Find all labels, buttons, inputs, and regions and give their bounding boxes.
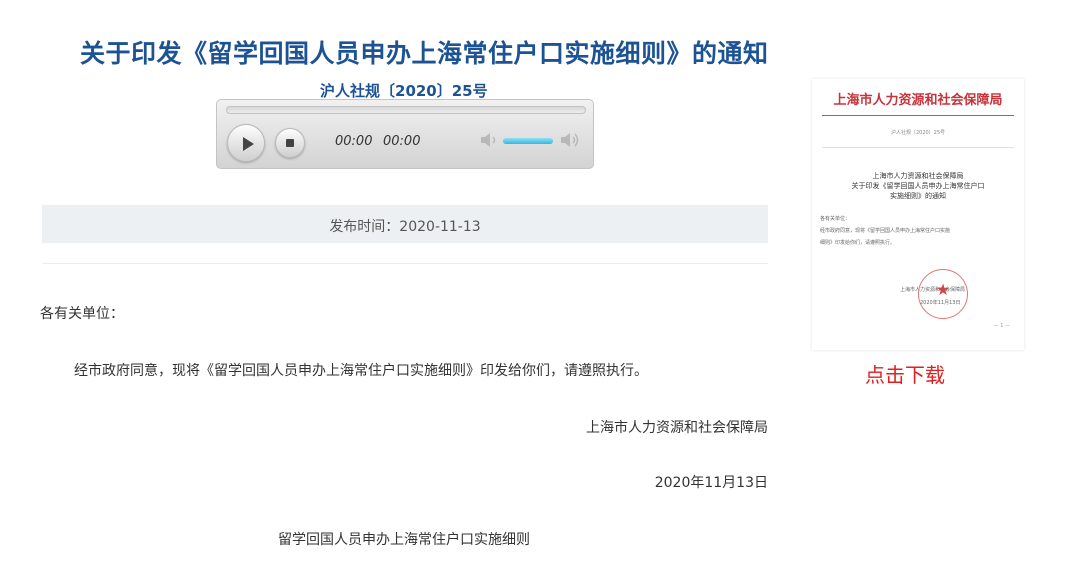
stop-button[interactable] — [275, 128, 305, 158]
audio-player: 00:00 00:00 — [216, 99, 594, 169]
thumbnail-text-line: 细则》印发给你们，请遵照执行。 — [820, 240, 896, 246]
thumbnail-title-line: 关于印发《留学回国人员申办上海常住户口 — [851, 182, 985, 190]
official-seal-icon: ★ — [918, 269, 968, 319]
thumbnail-date: 2020年11月13日 — [920, 300, 961, 306]
thumbnail-text-line: 各有关单位： — [820, 216, 851, 222]
salutation: 各有关单位： — [40, 306, 124, 322]
publish-info-bar: 发布时间：2020-11-13 — [42, 205, 768, 243]
thumbnail-red-rule — [822, 115, 1014, 116]
thumbnail-rule — [822, 147, 1014, 148]
download-link[interactable]: 点击下载 — [865, 359, 945, 388]
body-paragraph: 经市政府同意，现将《留学回国人员申办上海常住户口实施细则》印发给你们，请遵照执行… — [74, 363, 648, 379]
volume-low-icon[interactable] — [479, 130, 501, 150]
progress-bar[interactable] — [226, 106, 586, 114]
document-thumbnail[interactable]: 上海市人力资源和社会保障局 沪人社规〔2020〕25号 上海市人力资源和社会保障… — [812, 79, 1024, 350]
document-number: 沪人社规〔2020〕25号 — [320, 82, 488, 100]
play-button[interactable] — [227, 124, 265, 162]
thumbnail-page-number: — 1 — — [993, 323, 1010, 329]
volume-slider[interactable] — [503, 138, 553, 144]
thumbnail-doc-number: 沪人社规〔2020〕25号 — [890, 130, 946, 136]
divider — [42, 263, 768, 264]
thumbnail-header: 上海市人力资源和社会保障局 — [833, 93, 1003, 108]
duration: 00:00 — [383, 134, 421, 149]
thumbnail-signature: 上海市人力资源和社会保障局 — [900, 287, 966, 293]
signature-date: 2020年11月13日 — [654, 475, 768, 491]
current-time: 00:00 — [335, 134, 373, 149]
thumbnail-title-line: 上海市人力资源和社会保障局 — [872, 172, 964, 180]
attachment-title: 留学回国人员申办上海常住户口实施细则 — [278, 532, 530, 548]
signature-organization: 上海市人力资源和社会保障局 — [586, 420, 768, 436]
thumbnail-text-line: 经市政府同意，现将《留学回国人员申办上海常住户口实施 — [820, 228, 951, 234]
volume-high-icon[interactable] — [559, 130, 581, 150]
page-title: 关于印发《留学回国人员申办上海常住户口实施细则》的通知 — [80, 39, 769, 68]
publish-date: 发布时间：2020-11-13 — [329, 219, 481, 235]
thumbnail-title-line: 实施细则》的通知 — [890, 192, 946, 200]
